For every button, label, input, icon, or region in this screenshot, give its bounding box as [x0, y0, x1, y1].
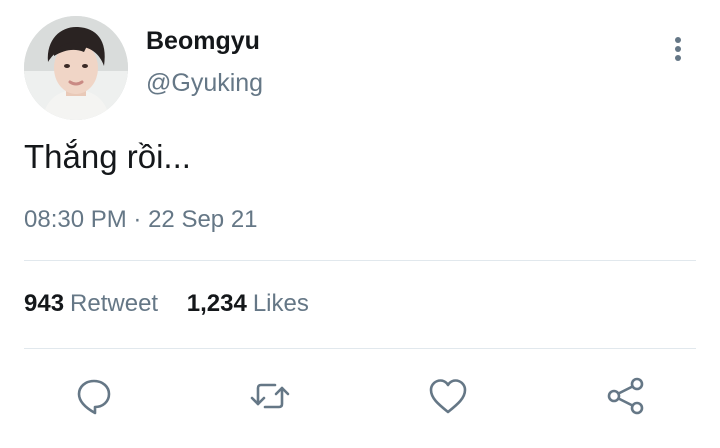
tweet-time[interactable]: 08:30 PM: [24, 206, 127, 233]
avatar[interactable]: [24, 16, 128, 120]
speech-bubble-icon: [77, 379, 111, 415]
more-options-icon[interactable]: [668, 34, 688, 64]
share-button[interactable]: [604, 374, 648, 418]
display-name[interactable]: Beomgyu: [146, 26, 260, 56]
engagement-stats: 943 Retweet 1,234 Likes: [24, 289, 309, 319]
retweet-button[interactable]: [248, 374, 292, 418]
retweets-label: Retweet: [70, 290, 159, 317]
share-nodes-icon: [607, 377, 644, 415]
retweets-stat[interactable]: 943 Retweet: [24, 289, 158, 319]
tweet-text: Thắng rồi...: [24, 138, 191, 175]
likes-stat[interactable]: 1,234 Likes: [187, 289, 309, 319]
likes-label: Likes: [252, 290, 309, 317]
heart-icon: [429, 379, 467, 414]
tweet-card: Beomgyu @Gyuking Thắng rồi... 08:30 PM ·…: [0, 0, 720, 448]
likes-count: 1,234: [186, 290, 247, 317]
tweet-timestamp: 08:30 PM · 22 Sep 21: [24, 205, 258, 235]
meta-separator: ·: [133, 206, 142, 233]
retweet-arrows-icon: [250, 383, 290, 409]
reply-button[interactable]: [72, 374, 116, 418]
like-button[interactable]: [426, 374, 470, 418]
divider: [24, 260, 696, 261]
user-handle[interactable]: @Gyuking: [146, 68, 263, 98]
divider: [24, 348, 696, 349]
retweets-count: 943: [24, 290, 65, 317]
tweet-date[interactable]: 22 Sep 21: [148, 206, 257, 233]
